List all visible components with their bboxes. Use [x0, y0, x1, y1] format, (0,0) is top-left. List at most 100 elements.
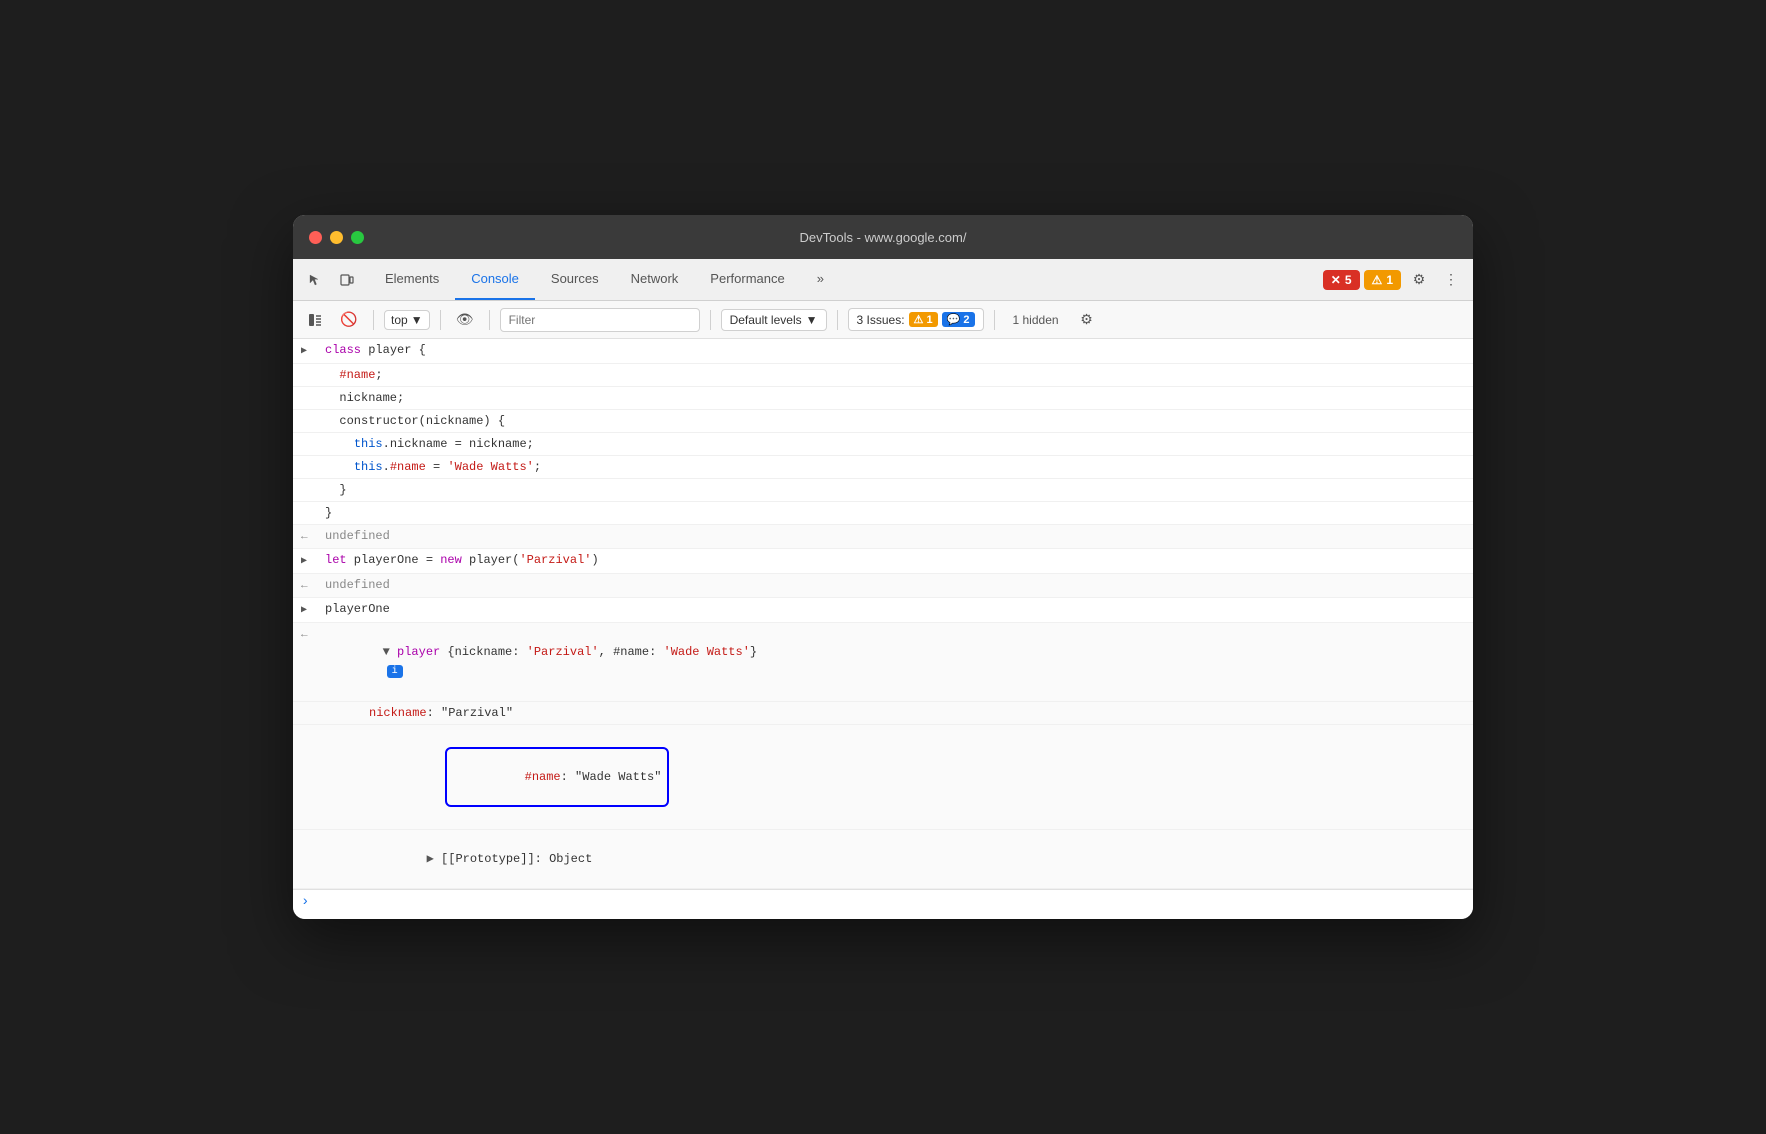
title-bar: DevTools - www.google.com/: [293, 215, 1473, 259]
line-gutter: [301, 435, 325, 436]
info-icon-badge: i: [387, 665, 403, 678]
maximize-button[interactable]: [351, 231, 364, 244]
prototype-expand-arrow[interactable]: ▶: [427, 852, 434, 866]
tab-bar-icons: [301, 259, 361, 300]
issues-warn-badge: ⚠ 1: [909, 312, 938, 327]
minimize-button[interactable]: [330, 231, 343, 244]
tab-network[interactable]: Network: [615, 259, 695, 300]
warning-icon: ⚠: [1372, 273, 1383, 287]
toolbar-divider-4: [710, 310, 711, 330]
line-content: this.#name = 'Wade Watts';: [325, 458, 1473, 476]
console-object-output: ← ▼ player {nickname: 'Parzival', #name:…: [293, 623, 1473, 702]
line-gutter: ▶: [301, 600, 325, 620]
issues-info-badge: 💬 2: [942, 312, 975, 327]
line-gutter: [301, 389, 325, 390]
tab-elements[interactable]: Elements: [369, 259, 455, 300]
expand-arrow-3[interactable]: ▶: [301, 605, 307, 616]
line-content: constructor(nickname) {: [325, 412, 1473, 430]
select-element-button[interactable]: [301, 266, 329, 294]
highlighted-property: #name: "Wade Watts": [445, 747, 670, 807]
devtools-window: DevTools - www.google.com/ Elements Cons…: [293, 215, 1473, 919]
line-content: let playerOne = new player('Parzival'): [325, 551, 1473, 569]
context-selector[interactable]: top ▼: [384, 310, 430, 330]
console-prop-nickname: nickname: "Parzival": [293, 702, 1473, 725]
console-toolbar: 🚫 top ▼ 👁 Default levels ▼ 3 Issues: ⚠ 1…: [293, 301, 1473, 339]
dropdown-arrow: ▼: [411, 313, 423, 327]
toolbar-divider-3: [489, 310, 490, 330]
console-input-1-8: }: [293, 502, 1473, 525]
expand-arrow-2[interactable]: ▶: [301, 556, 307, 567]
line-gutter: ▶: [301, 551, 325, 571]
line-content: class player {: [325, 341, 1473, 359]
tab-sources[interactable]: Sources: [535, 259, 615, 300]
hidden-settings-button[interactable]: ⚙: [1073, 306, 1101, 334]
line-gutter: [325, 832, 349, 833]
line-content: #name: "Wade Watts": [349, 727, 1473, 827]
console-prompt[interactable]: ›: [293, 889, 1473, 914]
more-menu-button[interactable]: ⋮: [1437, 266, 1465, 294]
object-expand-arrow[interactable]: ▼: [383, 645, 390, 659]
issues-label: 3 Issues:: [857, 313, 905, 327]
line-content: #name;: [325, 366, 1473, 384]
console-output-2: ← undefined: [293, 574, 1473, 598]
console-prop-name: #name: "Wade Watts": [293, 725, 1473, 830]
line-gutter: ▶: [301, 341, 325, 361]
console-prop-prototype: ▶ [[Prototype]]: Object: [293, 830, 1473, 889]
levels-dropdown-arrow: ▼: [806, 313, 818, 327]
tab-performance[interactable]: Performance: [694, 259, 800, 300]
line-gutter: ←: [301, 576, 325, 595]
levels-label: Default levels: [730, 313, 802, 327]
console-content: ▶ class player { #name; nickname; constr…: [293, 339, 1473, 919]
line-content: undefined: [325, 527, 1473, 545]
line-gutter: ←: [301, 527, 325, 546]
console-input-3: ▶ playerOne: [293, 598, 1473, 623]
line-content: playerOne: [325, 600, 1473, 618]
close-button[interactable]: [309, 231, 322, 244]
console-input-1-4: constructor(nickname) {: [293, 410, 1473, 433]
traffic-lights: [309, 231, 364, 244]
no-errors-button[interactable]: 🚫: [335, 306, 363, 334]
line-content: ▶ [[Prototype]]: Object: [349, 832, 1473, 886]
filter-input[interactable]: [500, 308, 700, 332]
tab-bar-right: ✕ 5 ⚠ 1 ⚙ ⋮: [1323, 259, 1465, 300]
expand-arrow[interactable]: ▶: [301, 346, 307, 357]
context-label: top: [391, 313, 408, 327]
line-content: }: [325, 504, 1473, 522]
line-content: ▼ player {nickname: 'Parzival', #name: '…: [325, 625, 1473, 699]
toolbar-divider-5: [837, 310, 838, 330]
console-input-2: ▶ let playerOne = new player('Parzival'): [293, 549, 1473, 574]
toolbar-divider-6: [994, 310, 995, 330]
clear-console-button[interactable]: [301, 306, 329, 334]
error-icon: ✕: [1331, 273, 1341, 287]
tab-more[interactable]: »: [801, 259, 840, 300]
console-input-1-7: }: [293, 479, 1473, 502]
line-content: undefined: [325, 576, 1473, 594]
issues-button[interactable]: 3 Issues: ⚠ 1 💬 2: [848, 308, 984, 331]
error-badge[interactable]: ✕ 5: [1323, 270, 1360, 290]
device-toolbar-button[interactable]: [333, 266, 361, 294]
settings-button[interactable]: ⚙: [1405, 266, 1433, 294]
line-gutter: ←: [301, 625, 325, 644]
warn-icon: ⚠: [914, 314, 924, 326]
console-input-1-3: nickname;: [293, 387, 1473, 410]
line-gutter: [301, 504, 325, 505]
info-icon: 💬: [947, 314, 961, 326]
line-gutter: [325, 727, 349, 728]
console-input-1: ▶ class player {: [293, 339, 1473, 364]
line-content: }: [325, 481, 1473, 499]
log-levels-button[interactable]: Default levels ▼: [721, 309, 827, 331]
console-output-1: ← undefined: [293, 525, 1473, 549]
hidden-button[interactable]: 1 hidden: [1005, 310, 1067, 330]
console-input-1-2: #name;: [293, 364, 1473, 387]
eye-button[interactable]: 👁: [451, 306, 479, 334]
console-input-1-5: this.nickname = nickname;: [293, 433, 1473, 456]
line-gutter: [301, 412, 325, 413]
line-gutter: [301, 481, 325, 482]
window-title: DevTools - www.google.com/: [800, 230, 967, 245]
warning-badge[interactable]: ⚠ 1: [1364, 270, 1401, 290]
line-gutter: [301, 366, 325, 367]
tab-bar: Elements Console Sources Network Perform…: [293, 259, 1473, 301]
line-content: nickname: "Parzival": [349, 704, 1473, 722]
tab-console[interactable]: Console: [455, 259, 535, 300]
warning-count: 1: [1386, 273, 1393, 287]
